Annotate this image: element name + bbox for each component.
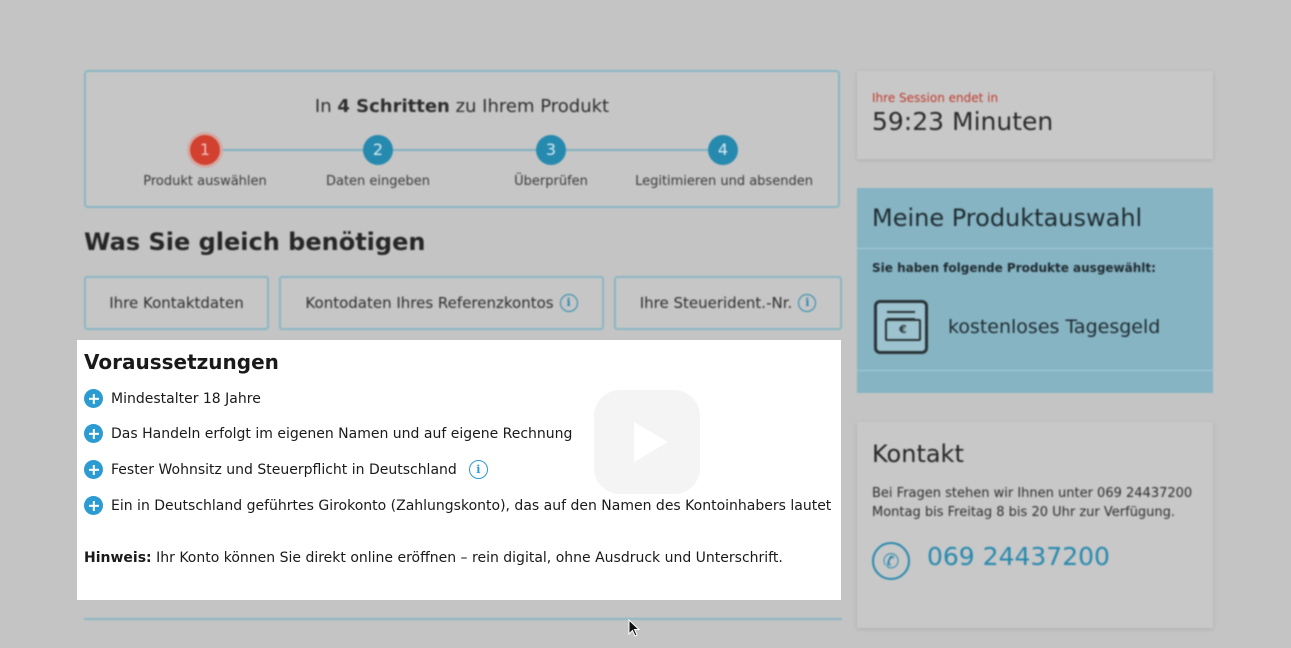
step-1-circle: 1 (190, 135, 220, 165)
divider (857, 370, 1213, 371)
mouse-cursor-icon (628, 619, 641, 637)
play-icon[interactable] (594, 390, 700, 494)
plus-icon[interactable] (84, 389, 103, 408)
contact-title: Kontakt (872, 440, 964, 468)
divider (84, 618, 842, 620)
prerequisite-item: Fester Wohnsitz und Steuerpflicht in Deu… (84, 460, 488, 479)
prerequisite-text: Das Handeln erfolgt im eigenen Namen und… (111, 425, 573, 442)
prerequisite-text: Mindestalter 18 Jahre (111, 390, 261, 407)
session-card: Ihre Session endet in 59:23 Minuten (857, 71, 1213, 159)
prerequisites-title: Voraussetzungen (84, 350, 279, 374)
hint-text: Hinweis: Ihr Konto können Sie direkt onl… (84, 550, 783, 566)
product-selection-subtitle: Sie haben folgende Produkte ausgewählt: (872, 261, 1156, 275)
info-icon[interactable]: i (798, 294, 817, 312)
phone-icon: ✆ (872, 542, 910, 580)
prerequisite-item: Ein in Deutschland geführtes Girokonto (… (84, 496, 831, 515)
need-tax-id: Ihre Steuerident.-Nr. i (614, 276, 842, 330)
product-selection-card: Meine Produktauswahl Sie haben folgende … (857, 188, 1213, 393)
info-icon[interactable]: i (468, 460, 488, 479)
need-contact-data: Ihre Kontaktdaten (84, 276, 269, 330)
info-icon[interactable]: i (559, 294, 578, 312)
divider (857, 248, 1213, 249)
product-name: kostenloses Tagesgeld (948, 316, 1161, 338)
needs-heading: Was Sie gleich benötigen (84, 228, 426, 256)
session-label: Ihre Session endet in (872, 91, 999, 105)
stepper-title: In 4 Schritten zu Ihrem Produkt (314, 96, 610, 117)
money-icon: € (874, 300, 928, 354)
need-tax-id-label: Ihre Steuerident.-Nr. (639, 294, 793, 312)
step-1-label: Produkt auswählen (143, 174, 267, 189)
contact-card: Kontakt Bei Fragen stehen wir Ihnen unte… (857, 422, 1213, 628)
stepper-line (205, 149, 725, 151)
step-3-label: Überprüfen (514, 174, 588, 189)
prerequisites-panel: Voraussetzungen Mindestalter 18 Jahre Da… (77, 340, 841, 600)
prerequisite-item: Das Handeln erfolgt im eigenen Namen und… (84, 424, 572, 443)
plus-icon[interactable] (84, 424, 103, 443)
prerequisite-text: Fester Wohnsitz und Steuerpflicht in Deu… (111, 461, 457, 478)
step-2-label: Daten eingeben (325, 174, 431, 189)
step-3-circle: 3 (536, 135, 566, 165)
need-contact-data-label: Ihre Kontaktdaten (109, 294, 244, 312)
plus-icon[interactable] (84, 460, 103, 479)
stepper-card: In 4 Schritten zu Ihrem Produkt 1 Produk… (84, 70, 840, 208)
step-4-circle: 4 (708, 135, 738, 165)
product-selection-title: Meine Produktauswahl (872, 204, 1143, 232)
phone-number-link[interactable]: 069 24437200 (927, 542, 1110, 571)
need-reference-account: Kontodaten Ihres Referenzkontos i (279, 276, 604, 330)
step-4-label: Legitimieren und absenden (635, 174, 813, 189)
step-2-circle: 2 (363, 135, 393, 165)
plus-icon[interactable] (84, 496, 103, 515)
prerequisite-item: Mindestalter 18 Jahre (84, 389, 261, 408)
session-timer: 59:23 Minuten (872, 107, 1054, 136)
need-reference-account-label: Kontodaten Ihres Referenzkontos (305, 294, 554, 312)
contact-text: Bei Fragen stehen wir Ihnen unter 069 24… (872, 486, 1193, 520)
prerequisite-text: Ein in Deutschland geführtes Girokonto (… (111, 497, 832, 514)
